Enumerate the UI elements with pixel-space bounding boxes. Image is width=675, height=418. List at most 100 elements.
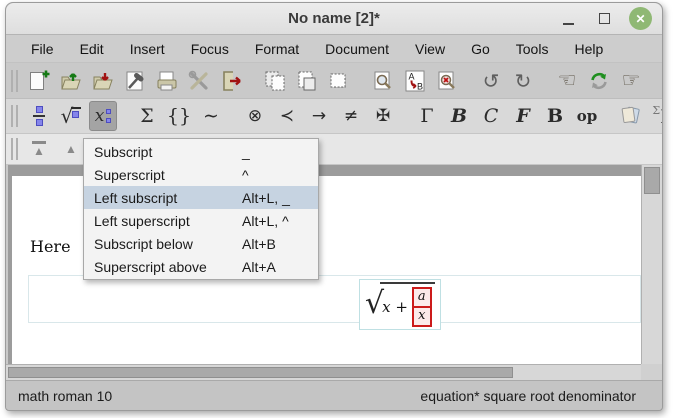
big-operator-button[interactable]: Σ xyxy=(133,101,161,131)
undo-button[interactable]: ↺ xyxy=(477,66,505,96)
focus-top-button[interactable]: ▲ xyxy=(25,134,53,164)
vertical-scrollbar-thumb[interactable] xyxy=(644,167,660,194)
menu-item-superscript[interactable]: Superscript ^ xyxy=(84,163,318,186)
greek-letters-button[interactable]: Γ xyxy=(413,101,441,131)
right-arrow-icon: → xyxy=(312,108,326,125)
maltese-cross-icon: ✠ xyxy=(376,108,390,125)
exit-door-icon xyxy=(219,69,243,93)
maximize-button[interactable] xyxy=(593,8,615,30)
spell-check-icon xyxy=(435,69,459,93)
blackboard-letters-button[interactable]: B xyxy=(541,101,569,131)
menu-help[interactable]: Help xyxy=(563,38,614,60)
titlebar[interactable]: No name [2]* ✕ xyxy=(6,3,662,35)
semantic-math-button[interactable]: ΣΣ xyxy=(649,101,663,131)
new-document-icon xyxy=(27,69,51,93)
calligraphic-c-icon: C xyxy=(484,107,499,126)
menu-item-subscript-below[interactable]: Subscript below Alt+B xyxy=(84,232,318,255)
undo-icon: ↺ xyxy=(483,71,500,91)
replace-button[interactable]: A B xyxy=(401,66,429,96)
paste-button[interactable] xyxy=(293,66,321,96)
horizontal-scrollbar[interactable] xyxy=(6,364,641,380)
radicand-text[interactable]: x + xyxy=(382,298,408,316)
menu-item-superscript-above[interactable]: Superscript above Alt+A xyxy=(84,255,318,278)
script-button[interactable]: x xyxy=(89,101,117,131)
close-button[interactable]: ✕ xyxy=(629,7,652,30)
copy-icon xyxy=(263,69,287,93)
brackets-button[interactable]: {} xyxy=(165,101,193,131)
status-right: equation* square root denominator xyxy=(420,388,636,404)
redo-button[interactable]: ↻ xyxy=(509,66,537,96)
menu-item-left-subscript[interactable]: Left subscript Alt+L, _ xyxy=(84,186,318,209)
toolbar-grip[interactable] xyxy=(11,105,18,127)
math-toolbar: √ x Σ {} ∼ ⊗ ≺ → ≠ xyxy=(6,99,662,134)
calligraphic-letters-button[interactable]: C xyxy=(477,101,505,131)
menu-format[interactable]: Format xyxy=(244,38,310,60)
paragraph-text[interactable]: Here xyxy=(30,237,71,256)
paste-icon xyxy=(295,69,319,93)
menu-focus[interactable]: Focus xyxy=(180,38,240,60)
op-icon: op xyxy=(577,109,598,124)
reload-button[interactable] xyxy=(585,66,613,96)
cut-button[interactable] xyxy=(325,66,353,96)
spell-check-button[interactable] xyxy=(433,66,461,96)
copy-button[interactable] xyxy=(261,66,289,96)
print-button[interactable] xyxy=(153,66,181,96)
equation-block[interactable]: √ x + a x xyxy=(28,275,641,323)
fraction-numerator[interactable]: a xyxy=(412,287,432,308)
save-document-button[interactable] xyxy=(89,66,117,96)
square-root-button[interactable]: √ xyxy=(57,101,85,131)
search-icon xyxy=(371,69,395,93)
sum-icon: Σ xyxy=(140,107,153,126)
toolbar-grip[interactable] xyxy=(11,138,18,160)
binary-operator-button[interactable]: ⊗ xyxy=(241,101,269,131)
back-button[interactable]: ☜ xyxy=(553,66,581,96)
equation[interactable]: √ x + a x xyxy=(359,279,441,330)
forward-button[interactable]: ☞ xyxy=(617,66,645,96)
script-dropdown-menu: Subscript _ Superscript ^ Left subscript… xyxy=(83,138,319,280)
focus-up-button[interactable]: ▲ xyxy=(57,134,85,164)
minimize-button[interactable] xyxy=(557,8,579,30)
preferences-button[interactable] xyxy=(185,66,213,96)
horizontal-scrollbar-thumb[interactable] xyxy=(8,367,513,378)
relation-button[interactable]: ≺ xyxy=(273,101,301,131)
fraktur-letters-button[interactable]: F xyxy=(509,101,537,131)
fraction-denominator[interactable]: x xyxy=(412,306,432,327)
fraction-button[interactable] xyxy=(25,101,53,131)
fraktur-f-icon: F xyxy=(516,107,530,126)
cards-button[interactable] xyxy=(617,101,645,131)
build-page-button[interactable] xyxy=(121,66,149,96)
triangle-up-icon: ▲ xyxy=(65,143,77,155)
menu-item-left-superscript[interactable]: Left superscript Alt+L, ^ xyxy=(84,209,318,232)
negation-button[interactable]: ≠ xyxy=(337,101,365,131)
not-equal-icon: ≠ xyxy=(344,108,358,125)
open-document-button[interactable] xyxy=(57,66,85,96)
menu-view[interactable]: View xyxy=(404,38,456,60)
close-document-button[interactable] xyxy=(217,66,245,96)
accent-button[interactable]: ∼ xyxy=(197,101,225,131)
operator-name-button[interactable]: op xyxy=(573,101,601,131)
menu-file[interactable]: File xyxy=(20,38,65,60)
main-toolbar: A B ↺ ↻ ☜ xyxy=(6,63,662,99)
svg-text:A: A xyxy=(409,71,415,81)
menu-item-subscript[interactable]: Subscript _ xyxy=(84,140,318,163)
toolbar-grip[interactable] xyxy=(11,70,18,92)
app-window: No name [2]* ✕ File Edit Insert Focus Fo… xyxy=(5,2,663,411)
maximize-icon xyxy=(599,13,610,24)
bold-letters-button[interactable]: B xyxy=(445,101,473,131)
svg-text:B: B xyxy=(417,81,423,91)
search-button[interactable] xyxy=(369,66,397,96)
fraction[interactable]: a x xyxy=(412,287,432,327)
menu-tools[interactable]: Tools xyxy=(505,38,560,60)
new-document-button[interactable] xyxy=(25,66,53,96)
vertical-scrollbar[interactable] xyxy=(641,165,662,364)
tilde-accent-icon: ∼ xyxy=(203,107,219,126)
misc-symbol-button[interactable]: ✠ xyxy=(369,101,397,131)
menu-go[interactable]: Go xyxy=(460,38,501,60)
replace-icon: A B xyxy=(403,69,427,93)
menu-edit[interactable]: Edit xyxy=(69,38,115,60)
reload-icon xyxy=(587,69,611,93)
menu-insert[interactable]: Insert xyxy=(119,38,176,60)
save-document-icon xyxy=(91,69,115,93)
menu-document[interactable]: Document xyxy=(314,38,400,60)
arrow-button[interactable]: → xyxy=(305,101,333,131)
